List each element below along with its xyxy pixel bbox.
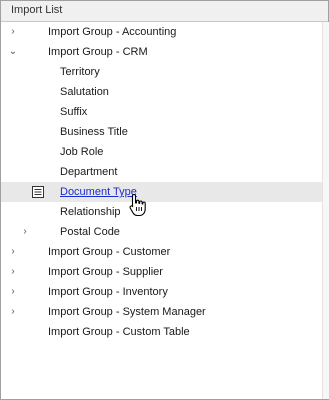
tree-item-crm[interactable]: ⌄ Import Group - CRM <box>1 42 322 62</box>
vertical-scrollbar-track[interactable] <box>322 22 329 399</box>
tree-item-system-manager[interactable]: › Import Group - System Manager <box>1 302 322 322</box>
tree-item-supplier[interactable]: › Import Group - Supplier <box>1 262 322 282</box>
chevron-right-icon[interactable]: › <box>7 302 19 322</box>
tree-item-label: Import Group - Accounting <box>48 26 177 38</box>
tree-item-business-title[interactable]: Business Title <box>1 122 322 142</box>
tree-item-label: Relationship <box>60 206 121 218</box>
chevron-right-icon[interactable]: › <box>19 222 31 242</box>
tree-item-territory[interactable]: Territory <box>1 62 322 82</box>
tree-item-label: Postal Code <box>60 226 120 238</box>
tree-item-custom-table[interactable]: Import Group - Custom Table <box>1 322 322 342</box>
tree-item-label[interactable]: Document Type <box>60 182 137 202</box>
chevron-right-icon[interactable]: › <box>7 22 19 42</box>
panel-title: Import List <box>11 4 63 16</box>
tree-item-label: Department <box>60 166 118 178</box>
tree-item-department[interactable]: Department <box>1 162 322 182</box>
tree-item-relationship[interactable]: Relationship <box>1 202 322 222</box>
tree-item-label: Suffix <box>60 106 88 118</box>
tree-item-label: Territory <box>60 66 100 78</box>
tree-item-label: Import Group - Inventory <box>48 286 168 298</box>
tree-item-customer[interactable]: › Import Group - Customer <box>1 242 322 262</box>
tree-item-label: Import Group - System Manager <box>48 306 206 318</box>
tree-item-salutation[interactable]: Salutation <box>1 82 322 102</box>
tree-item-inventory[interactable]: › Import Group - Inventory <box>1 282 322 302</box>
chevron-down-icon[interactable]: ⌄ <box>7 42 19 62</box>
tree-item-label: Import Group - CRM <box>48 46 148 58</box>
tree-item-postal-code[interactable]: › Postal Code <box>1 222 322 242</box>
tree-item-document-type[interactable]: Document Type <box>1 182 322 202</box>
import-list-panel: Import List › Import Group - Accounting … <box>0 0 329 400</box>
tree-item-label: Import Group - Supplier <box>48 266 163 278</box>
tree-item-label: Import Group - Customer <box>48 246 171 258</box>
chevron-right-icon[interactable]: › <box>7 242 19 262</box>
panel-header: Import List <box>1 1 328 22</box>
tree-item-suffix[interactable]: Suffix <box>1 102 322 122</box>
tree-item-label: Business Title <box>60 126 128 138</box>
hand-pointer-cursor-icon <box>129 193 146 217</box>
tree-item-job-role[interactable]: Job Role <box>1 142 322 162</box>
tree-item-accounting[interactable]: › Import Group - Accounting <box>1 22 322 42</box>
chevron-right-icon[interactable]: › <box>7 262 19 282</box>
tree-item-label: Job Role <box>60 146 104 158</box>
document-list-icon <box>32 186 44 198</box>
tree-item-label: Salutation <box>60 86 109 98</box>
chevron-right-icon[interactable]: › <box>7 282 19 302</box>
tree-item-label: Import Group - Custom Table <box>48 326 190 338</box>
